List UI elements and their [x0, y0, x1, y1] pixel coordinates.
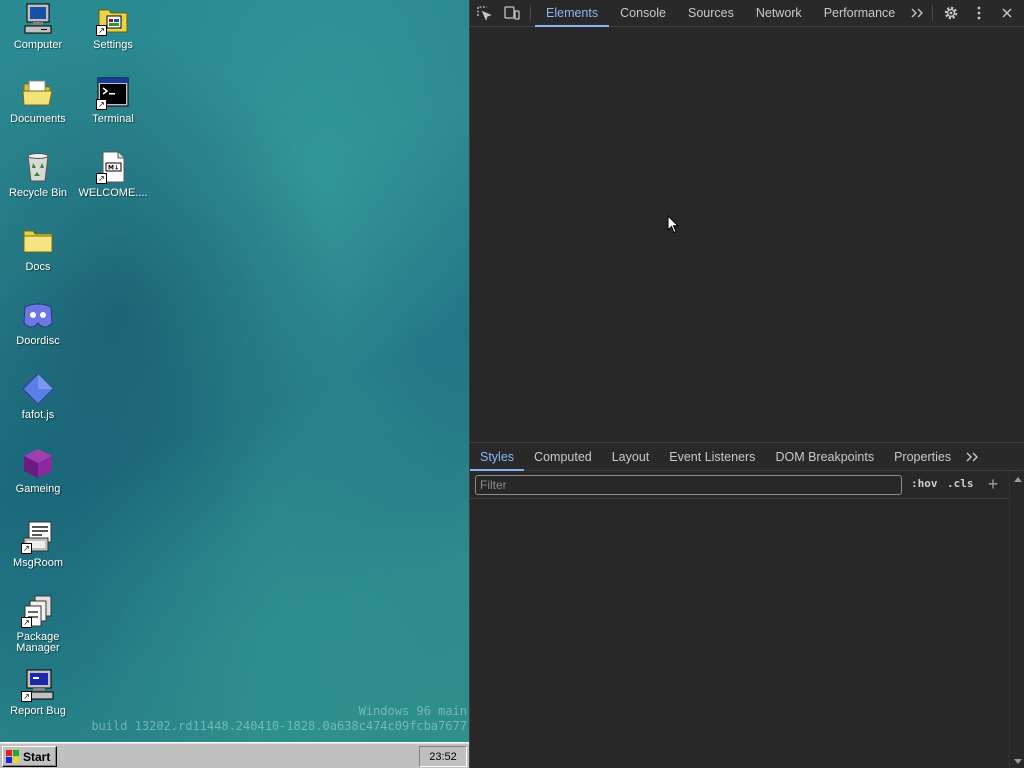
shortcut-arrow-icon: ↗ [21, 617, 32, 628]
desktop-icon-documents[interactable]: Documents [1, 76, 75, 125]
svg-text:M↓: M↓ [108, 165, 119, 172]
tab-elements[interactable]: Elements [535, 0, 609, 27]
desktop-icon-gameing[interactable]: Gameing [1, 446, 75, 495]
devtools-toolbar: Elements Console Sources Network Perform… [470, 0, 1024, 27]
elements-tree-pane[interactable] [470, 28, 1024, 442]
desktop-icon-label: Doordisc [16, 335, 60, 347]
desktop-icon-label: Docs [25, 261, 51, 273]
desktop-icon-fafot-js[interactable]: fafot.js [1, 372, 75, 421]
desktop-icon-settings[interactable]: ↗ Settings [76, 2, 150, 51]
scroll-up-arrow-icon[interactable] [1014, 477, 1022, 482]
desktop-icon-label: Report Bug [10, 705, 66, 717]
shortcut-arrow-icon: ↗ [96, 25, 107, 36]
desktop-icon-computer[interactable]: Computer [1, 2, 75, 51]
shortcut-arrow-icon: ↗ [96, 99, 107, 110]
desktop-icon-msgroom[interactable]: ↗ MsgRoom [1, 520, 75, 569]
desktop-icon-report-bug[interactable]: ↗ Report Bug [1, 668, 75, 717]
msgroom-icon: ↗ [21, 520, 55, 554]
hover-state-toggle[interactable]: :hov [911, 477, 938, 490]
desktop-icon-label: fafot.js [21, 409, 55, 421]
styles-sub-tabs: Styles Computed Layout Event Listeners D… [470, 443, 1024, 471]
tab-performance[interactable]: Performance [813, 0, 907, 27]
close-icon[interactable] [993, 0, 1021, 27]
build-watermark: Windows 96 main build 13202.rd11448.2404… [91, 704, 467, 734]
devtools-panel: Elements Console Sources Network Perform… [469, 0, 1024, 768]
game-cube-icon [21, 446, 55, 480]
desktop-icon-recycle-bin[interactable]: Recycle Bin [1, 150, 75, 199]
settings-gear-icon[interactable] [937, 0, 965, 27]
desktop-icon-doordisc[interactable]: Doordisc [1, 298, 75, 347]
settings-icon: ↗ [96, 2, 130, 36]
diamond-icon [21, 372, 55, 406]
terminal-icon: ↗ [96, 76, 130, 110]
desktop: Computer ↗ Settings Documents ↗ Terminal… [0, 0, 469, 742]
styles-filter-input[interactable] [475, 475, 902, 495]
doordisc-icon [21, 298, 55, 332]
taskbar: Start 23:52 [0, 742, 469, 768]
desktop-icon-label: Computer [13, 39, 63, 51]
kebab-menu-icon[interactable] [965, 0, 993, 27]
device-toolbar-icon[interactable] [498, 0, 526, 27]
more-sub-tabs-icon[interactable] [961, 443, 983, 471]
toolbar-divider [932, 5, 934, 21]
folder-open-icon [21, 76, 55, 110]
start-label: Start [23, 749, 51, 764]
tab-layout[interactable]: Layout [602, 443, 660, 471]
recycle-bin-icon [21, 150, 55, 184]
tab-sources[interactable]: Sources [677, 0, 745, 27]
start-button[interactable]: Start [2, 746, 57, 767]
markdown-file-icon: M↓ ↗ [96, 150, 130, 184]
report-bug-icon: ↗ [21, 668, 55, 702]
shortcut-arrow-icon: ↗ [96, 173, 107, 184]
folder-icon [21, 224, 55, 258]
computer-icon [21, 2, 55, 36]
desktop-icon-label: Terminal [92, 113, 134, 125]
desktop-icon-label: Package Manager [16, 631, 60, 654]
desktop-icon-terminal[interactable]: ↗ Terminal [76, 76, 150, 125]
tab-network[interactable]: Network [745, 0, 813, 27]
new-style-rule-icon[interactable]: + [984, 474, 1002, 494]
tab-console[interactable]: Console [609, 0, 677, 27]
styles-pane[interactable] [470, 500, 1009, 768]
desktop-icon-label: Gameing [15, 483, 61, 495]
styles-filter-bar: :hov .cls + [470, 471, 1009, 499]
desktop-icon-label: Recycle Bin [8, 187, 68, 199]
tab-dom-breakpoints[interactable]: DOM Breakpoints [765, 443, 884, 471]
watermark-line-1: Windows 96 main [358, 704, 467, 718]
toolbar-divider [530, 5, 531, 21]
desktop-icon-label: Documents [10, 113, 66, 125]
package-manager-icon: ↗ [21, 594, 55, 628]
mouse-cursor-icon [667, 214, 680, 239]
styles-scrollbar[interactable] [1009, 471, 1024, 768]
shortcut-arrow-icon: ↗ [21, 543, 32, 554]
scroll-down-arrow-icon[interactable] [1014, 759, 1022, 764]
tray-clock[interactable]: 23:52 [419, 746, 467, 767]
watermark-line-2: build 13202.rd11448.240410-1828.0a638c47… [91, 719, 467, 733]
class-toggle[interactable]: .cls [947, 477, 974, 490]
inspect-element-icon[interactable] [470, 0, 498, 27]
desktop-icon-welcome-file[interactable]: M↓ ↗ WELCOME.... [76, 150, 150, 199]
desktop-icon-label: WELCOME.... [78, 187, 148, 199]
desktop-icon-label: MsgRoom [12, 557, 64, 569]
windows-logo-icon [6, 749, 20, 764]
shortcut-arrow-icon: ↗ [21, 691, 32, 702]
tab-styles[interactable]: Styles [470, 443, 524, 471]
tab-properties[interactable]: Properties [884, 443, 961, 471]
desktop-icon-package-manager[interactable]: ↗ Package Manager [1, 594, 75, 654]
desktop-icon-label: Settings [93, 39, 133, 51]
tab-computed[interactable]: Computed [524, 443, 602, 471]
desktop-icon-docs[interactable]: Docs [1, 224, 75, 273]
more-tabs-icon[interactable] [906, 0, 928, 27]
tab-event-listeners[interactable]: Event Listeners [659, 443, 765, 471]
